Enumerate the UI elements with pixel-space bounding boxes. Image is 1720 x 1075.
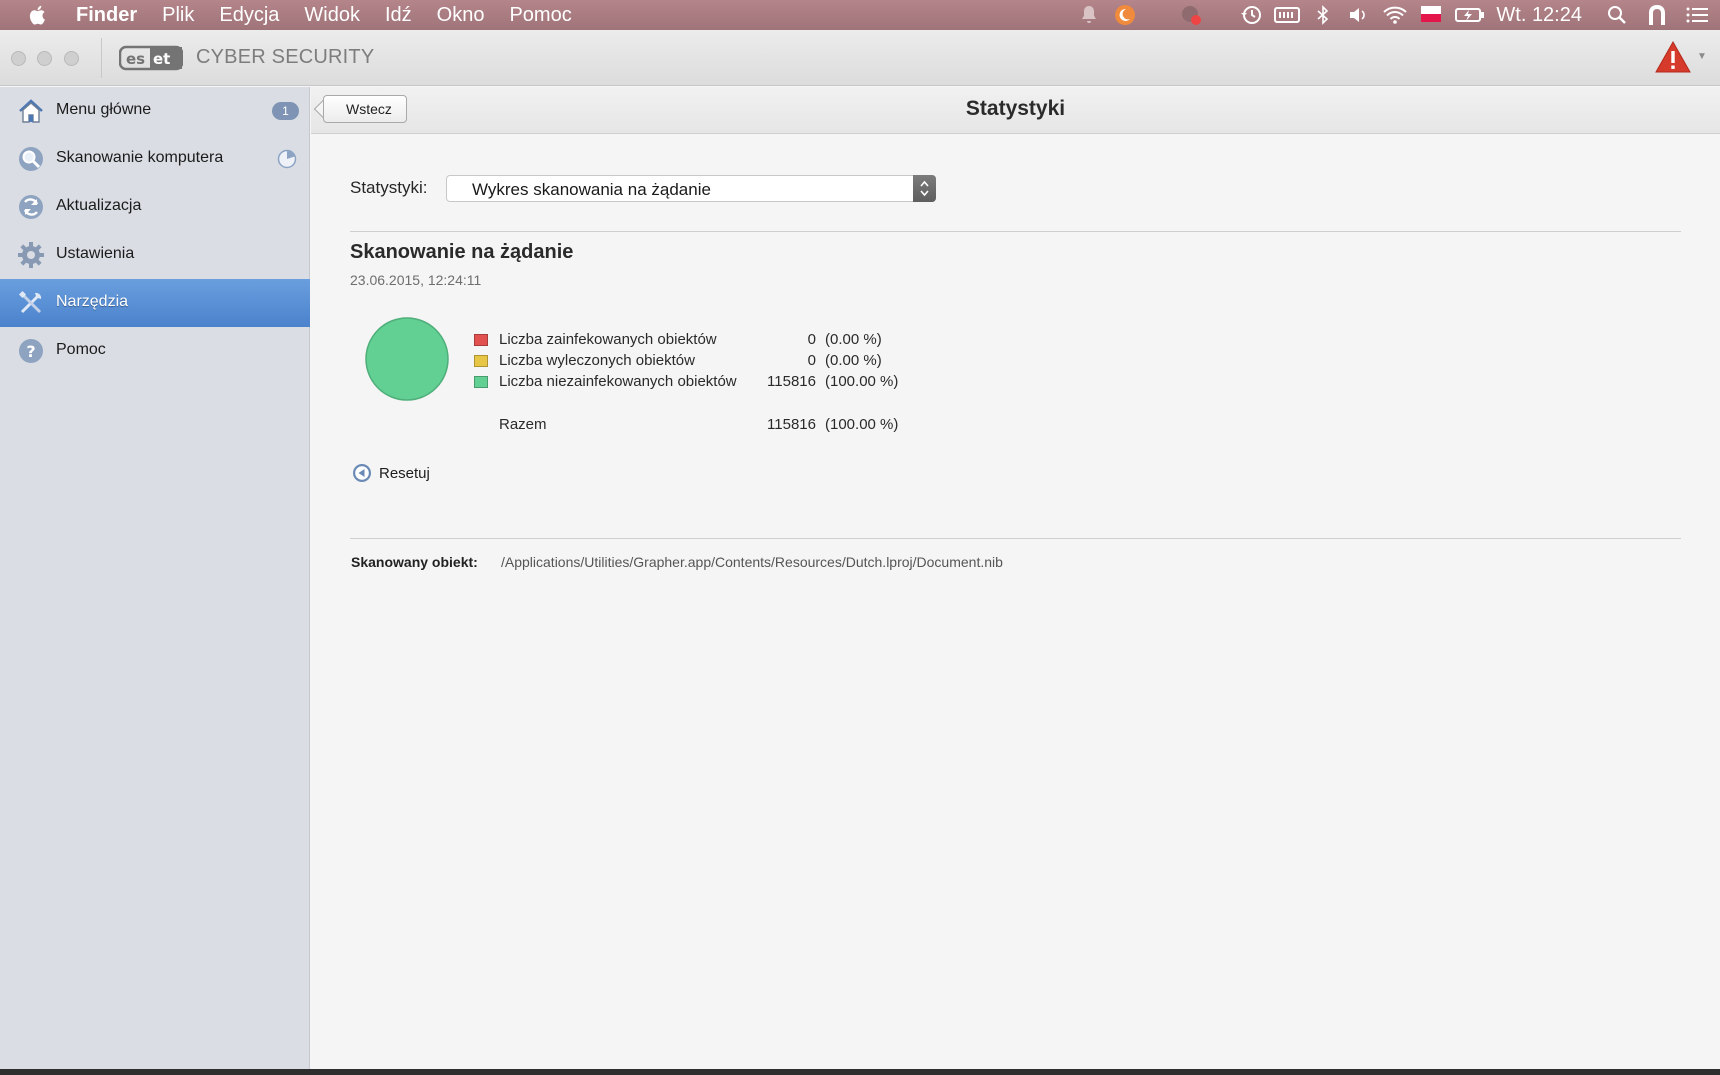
legend-count: 0 (807, 352, 816, 369)
battery-icon[interactable] (1454, 4, 1486, 26)
sidebar-item-label: Pomoc (56, 341, 106, 358)
sidebar-item-label: Narzędzia (56, 293, 129, 310)
legend-row-total: Razem 115816 (100.00 %) (474, 415, 994, 435)
select-stepper-icon[interactable] (913, 175, 936, 202)
pie-slice (365, 317, 449, 401)
sidebar-item-label: Ustawienia (56, 245, 135, 262)
minimize-window-button[interactable] (37, 51, 52, 66)
notification-count-badge: 1 (272, 102, 299, 120)
eset-window: es et CYBER SECURITY ▼ Menu główne 1 Ska… (0, 30, 1720, 1069)
notification-bell-icon[interactable] (1076, 4, 1102, 26)
statistics-select-value: Wykres skanowania na żądanie (472, 180, 711, 199)
apple-menu-icon[interactable] (26, 3, 50, 27)
flag-icon[interactable] (1418, 4, 1444, 26)
total-label: Razem (499, 416, 547, 433)
svg-text:et: et (153, 50, 170, 68)
reset-label: Resetuj (379, 464, 430, 482)
warning-dropdown-icon[interactable]: ▼ (1697, 51, 1707, 62)
menu-idz[interactable]: Idź (385, 4, 412, 27)
menu-pomoc[interactable]: Pomoc (509, 4, 571, 27)
keyboard-icon[interactable] (1274, 4, 1301, 26)
eset-tray-icon[interactable] (1644, 4, 1670, 26)
divider (350, 538, 1681, 539)
legend-swatch (474, 355, 488, 367)
spotlight-icon[interactable] (1604, 4, 1630, 26)
desktop-edge (0, 1069, 1720, 1075)
legend-row-cleaned: Liczba wyleczonych obiektów 0 (0.00 %) (474, 351, 994, 371)
gear-icon (18, 242, 44, 268)
warning-icon[interactable] (1655, 40, 1691, 74)
wifi-icon[interactable] (1382, 4, 1408, 26)
reset-button[interactable]: Resetuj (352, 462, 430, 484)
legend-percent: (0.00 %) (825, 352, 882, 369)
reset-arrow-icon (353, 464, 371, 482)
content-header: Wstecz Statystyki (311, 87, 1720, 134)
help-icon: ? (19, 339, 43, 363)
app-title: CYBER SECURITY (196, 46, 375, 68)
sidebar-item-pomoc[interactable]: ? Pomoc (0, 327, 310, 375)
window-titlebar: es et CYBER SECURITY ▼ (0, 30, 1720, 86)
scan-date: 23.06.2015, 12:24:11 (350, 272, 482, 288)
legend-name: Liczba zainfekowanych obiektów (499, 331, 717, 348)
magnifier-icon (19, 147, 43, 171)
sidebar-item-label: Aktualizacja (56, 197, 142, 214)
scanned-object-label: Skanowany obiekt: (351, 554, 478, 570)
legend-percent: (100.00 %) (825, 373, 899, 390)
legend-name: Liczba wyleczonych obiektów (499, 352, 695, 369)
menu-bar: Finder Plik Edycja Widok Idź Okno Pomoc (0, 0, 1720, 30)
total-percent: (100.00 %) (825, 416, 899, 433)
bluetooth-icon[interactable] (1310, 4, 1336, 26)
sidebar-item-ustawienia[interactable]: Ustawienia (0, 231, 310, 279)
svg-text:es: es (126, 50, 145, 68)
menubar-clock[interactable]: Wt. 12:24 (1496, 4, 1582, 27)
zoom-window-button[interactable] (64, 51, 79, 66)
legend-percent: (0.00 %) (825, 331, 882, 348)
menu-plik[interactable]: Plik (162, 4, 194, 27)
titlebar-divider (101, 38, 102, 78)
time-machine-icon[interactable] (1238, 4, 1264, 26)
sidebar: Menu główne 1 Skanowanie komputera Aktua… (0, 87, 310, 1069)
legend-row-infected: Liczba zainfekowanych obiektów 0 (0.00 %… (474, 330, 994, 350)
orange-app-icon[interactable] (1112, 4, 1138, 26)
statistics-label: Statystyki: (350, 178, 428, 197)
refresh-icon (19, 195, 43, 219)
volume-icon[interactable] (1346, 4, 1372, 26)
legend-count: 0 (807, 331, 816, 348)
scanned-object-path: /Applications/Utilities/Grapher.app/Cont… (501, 554, 1003, 570)
eset-logo: es et (119, 45, 183, 71)
sidebar-item-menu-glowne[interactable]: Menu główne 1 (0, 87, 310, 135)
scan-pie-chart (365, 317, 449, 401)
scan-title: Skanowanie na żądanie (350, 241, 574, 263)
close-window-button[interactable] (11, 51, 26, 66)
sidebar-item-label: Skanowanie komputera (56, 149, 224, 166)
page-title: Statystyki (965, 97, 1066, 120)
statistics-select[interactable]: Wykres skanowania na żądanie (446, 175, 936, 202)
sidebar-item-label: Menu główne (56, 101, 152, 118)
menu-finder[interactable]: Finder (76, 4, 137, 27)
notification-center-icon[interactable] (1684, 4, 1710, 26)
sidebar-item-skanowanie[interactable]: Skanowanie komputera (0, 135, 310, 183)
sidebar-item-aktualizacja[interactable]: Aktualizacja (0, 183, 310, 231)
legend-swatch (474, 334, 488, 346)
app-badge-icon[interactable] (1178, 4, 1204, 26)
menu-okno[interactable]: Okno (437, 4, 485, 27)
divider (350, 231, 1681, 232)
menu-edycja[interactable]: Edycja (219, 4, 279, 27)
legend-row-clean: Liczba niezainfekowanych obiektów 115816… (474, 372, 994, 392)
legend-name: Liczba niezainfekowanych obiektów (499, 373, 737, 390)
home-icon (19, 99, 43, 123)
scan-progress-icon (277, 149, 297, 169)
total-count: 115816 (767, 416, 816, 433)
main-content: Wstecz Statystyki Statystyki: Wykres ska… (311, 87, 1720, 1069)
menu-widok[interactable]: Widok (304, 4, 360, 27)
tools-icon (18, 290, 42, 314)
sidebar-item-narzedzia[interactable]: Narzędzia (0, 279, 310, 327)
legend-swatch (474, 376, 488, 388)
legend-count: 115816 (767, 373, 816, 390)
svg-text:?: ? (26, 342, 35, 361)
